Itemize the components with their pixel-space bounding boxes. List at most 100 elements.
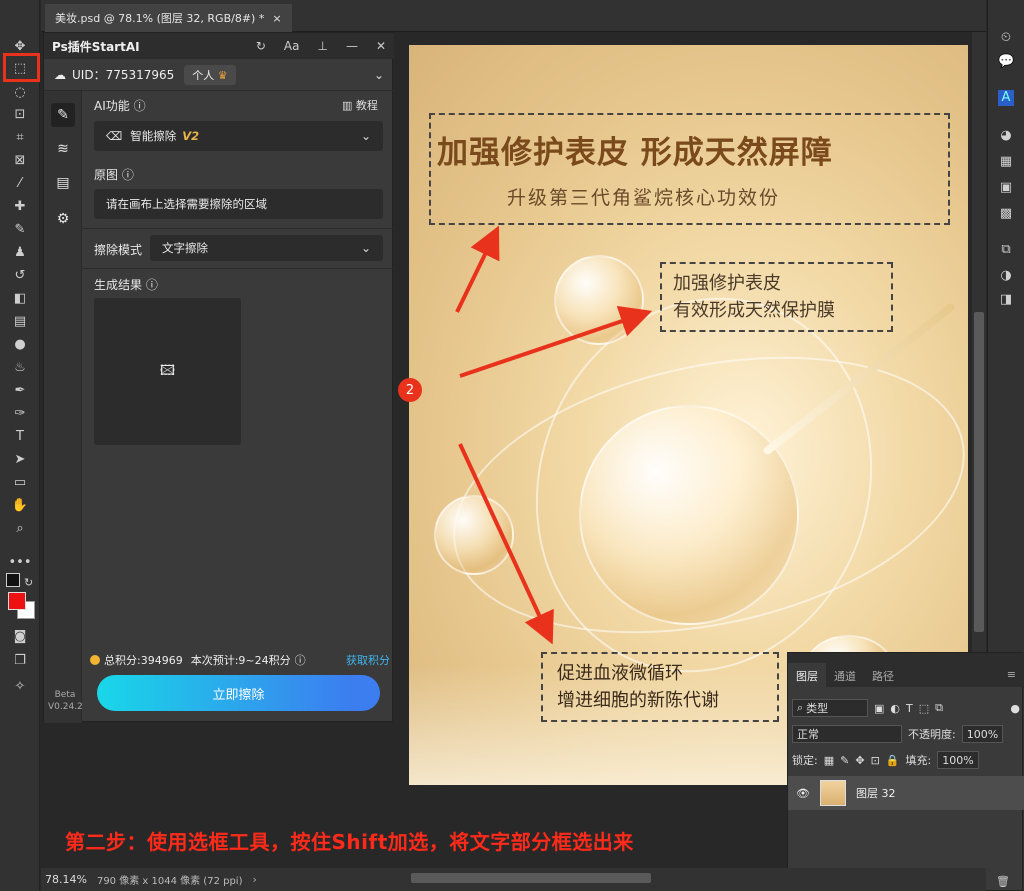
- function-value: 智能擦除: [130, 129, 177, 143]
- opacity-value: 100%: [966, 727, 999, 741]
- fill-input[interactable]: 100%: [937, 751, 979, 769]
- panel-menu-icon[interactable]: ≡: [999, 663, 1024, 687]
- eraser-magic-icon: ⌫: [106, 129, 123, 143]
- ai-function-label: AI功能: [94, 99, 130, 113]
- startai-plugin-icon[interactable]: A: [998, 90, 1014, 106]
- tutorial-label: 教程: [355, 99, 378, 112]
- lock-pixels-icon[interactable]: ✎: [840, 754, 849, 767]
- ai-function-select[interactable]: ⌫ 智能擦除 V2 ⌄: [94, 121, 383, 151]
- foreground-color-swatch[interactable]: [8, 592, 26, 610]
- pin-icon[interactable]: ⊥: [317, 39, 327, 53]
- image-filter-icon[interactable]: ▣: [874, 702, 884, 715]
- tutorial-link[interactable]: ▥ 教程: [342, 97, 378, 113]
- comments-icon[interactable]: 💬: [998, 54, 1014, 70]
- refresh-icon[interactable]: ↻: [256, 39, 266, 53]
- source-heading: 原图 ⓘ: [94, 166, 134, 183]
- layers-panel-grip[interactable]: [788, 653, 1024, 663]
- info-icon[interactable]: ⓘ: [146, 278, 158, 292]
- version-label: V0.24.2: [48, 702, 83, 712]
- version-info: Beta V0.24.2: [48, 689, 83, 713]
- lock-label: 锁定:: [792, 754, 818, 767]
- layers-stack-icon[interactable]: ≋: [51, 137, 75, 161]
- tutorial-caption: 第二步：使用选框工具，按住Shift加选，将文字部分框选出来: [65, 830, 634, 854]
- filter-toggle-icon[interactable]: ●: [1010, 702, 1020, 715]
- zoom-level[interactable]: 78.14%: [45, 873, 87, 886]
- info-icon[interactable]: ⓘ: [295, 652, 306, 668]
- minimize-icon[interactable]: —: [346, 39, 358, 53]
- chevron-down-icon[interactable]: ⌄: [374, 68, 384, 82]
- fill-label: 填充:: [905, 754, 932, 767]
- smart-object-filter-icon[interactable]: ⧉: [935, 701, 943, 715]
- gradients-icon[interactable]: ▣: [998, 180, 1014, 196]
- settings-gear-icon[interactable]: ⚙: [51, 207, 75, 231]
- estimate-points: 本次预计:9~24积分: [190, 654, 291, 667]
- font-size-icon[interactable]: Aa: [284, 39, 300, 53]
- trash-icon[interactable]: 🗑: [996, 875, 1010, 888]
- lock-artboard-icon[interactable]: ⊡: [871, 754, 880, 767]
- source-label: 原图: [94, 168, 119, 182]
- get-points-link[interactable]: 获取积分: [346, 652, 390, 668]
- color-icon[interactable]: ◕: [998, 128, 1014, 144]
- adjustment-filter-icon[interactable]: ◐: [890, 702, 900, 715]
- plugin-title: Ps插件StartAI: [52, 39, 140, 54]
- result-heading: 生成结果 ⓘ: [94, 276, 158, 293]
- filter-kind-value: 类型: [806, 702, 829, 715]
- shape-filter-icon[interactable]: ⬚: [919, 702, 929, 715]
- document-dimensions: 790 像素 x 1044 像素 (72 ppi): [96, 876, 243, 887]
- lock-position-icon[interactable]: ✥: [855, 754, 864, 767]
- layers-tabs: 图层 通道 路径 ≡: [788, 663, 1024, 687]
- visibility-eye-icon[interactable]: 👁: [796, 787, 810, 800]
- layers-panel: 图层 通道 路径 ≡ ⌕ 类型 ▣ ◐ T ⬚ ⧉ ● 正常 不透明度: 100…: [787, 652, 1024, 891]
- type-filter-icon[interactable]: T: [906, 702, 913, 715]
- plan-badge[interactable]: 个人 ♛: [184, 64, 236, 85]
- libraries-icon[interactable]: ⧉: [998, 242, 1014, 258]
- user-row: ☁ UID：775317965 个人 ♛ ⌄: [44, 59, 394, 91]
- total-points: 总积分:394969: [104, 654, 183, 667]
- erase-now-button[interactable]: 立即擦除: [97, 675, 380, 711]
- close-icon[interactable]: ✕: [376, 39, 386, 53]
- step2-badge: 2: [398, 378, 422, 402]
- blend-mode-select[interactable]: 正常: [792, 725, 902, 743]
- edit-icon[interactable]: ✎: [51, 103, 75, 127]
- history-icon[interactable]: ⏲: [998, 30, 1014, 46]
- result-label: 生成结果: [94, 278, 143, 292]
- adjustments-icon[interactable]: ◑: [998, 268, 1014, 284]
- filter-kind-select[interactable]: ⌕ 类型: [792, 699, 868, 717]
- startai-plugin-panel: Ps插件StartAI ↻ Aa ⊥ — ✕ ☁ UID：775317965 个…: [43, 32, 394, 723]
- info-icon[interactable]: ⓘ: [122, 168, 134, 182]
- lock-all-icon[interactable]: 🔒: [886, 754, 900, 767]
- beta-label: Beta: [54, 690, 76, 700]
- points-row: 总积分:394969 本次预计:9~24积分 ⓘ 获取积分: [90, 651, 390, 669]
- arrow-to-callout1: [459, 305, 653, 378]
- layer-name[interactable]: 图层 32: [856, 785, 896, 801]
- ai-function-heading: AI功能 ⓘ: [94, 97, 146, 114]
- uid-label: UID：775317965: [72, 68, 175, 82]
- patterns-icon[interactable]: ▩: [998, 206, 1014, 222]
- properties-icon[interactable]: ◨: [998, 292, 1014, 308]
- swatches-icon[interactable]: ▦: [998, 154, 1014, 170]
- plugin-header: Ps插件StartAI ↻ Aa ⊥ — ✕: [44, 33, 394, 59]
- erase-mode-label: 擦除模式: [94, 243, 143, 257]
- blend-row: 正常 不透明度: 100%: [792, 723, 1020, 745]
- crown-icon: ♛: [217, 68, 228, 82]
- document-icon[interactable]: ▤: [51, 171, 75, 195]
- tab-paths[interactable]: 路径: [864, 663, 902, 687]
- opacity-input[interactable]: 100%: [961, 725, 1004, 743]
- horizontal-scrollbar-thumb[interactable]: [411, 873, 651, 883]
- tab-layers[interactable]: 图层: [788, 663, 826, 687]
- erase-mode-select[interactable]: 文字擦除 ⌄: [150, 235, 383, 261]
- info-icon[interactable]: ⓘ: [134, 99, 146, 113]
- status-menu-icon[interactable]: ›: [252, 873, 256, 886]
- chevron-down-icon: ⌄: [360, 129, 371, 143]
- layer-thumbnail: [819, 780, 846, 806]
- result-preview[interactable]: 🖾: [94, 298, 241, 445]
- user-avatar-icon: ☁: [54, 67, 66, 82]
- image-placeholder-icon: 🖾: [159, 362, 176, 379]
- mode-value: 文字擦除: [162, 241, 208, 255]
- layer-row[interactable]: 👁 图层 32: [788, 776, 1024, 810]
- lock-transparent-icon[interactable]: ▦: [824, 754, 834, 767]
- arrow-to-headline: [455, 225, 500, 313]
- opacity-label: 不透明度:: [908, 728, 956, 741]
- source-region-field[interactable]: 请在画布上选择需要擦除的区域: [94, 189, 383, 219]
- tab-channels[interactable]: 通道: [826, 663, 864, 687]
